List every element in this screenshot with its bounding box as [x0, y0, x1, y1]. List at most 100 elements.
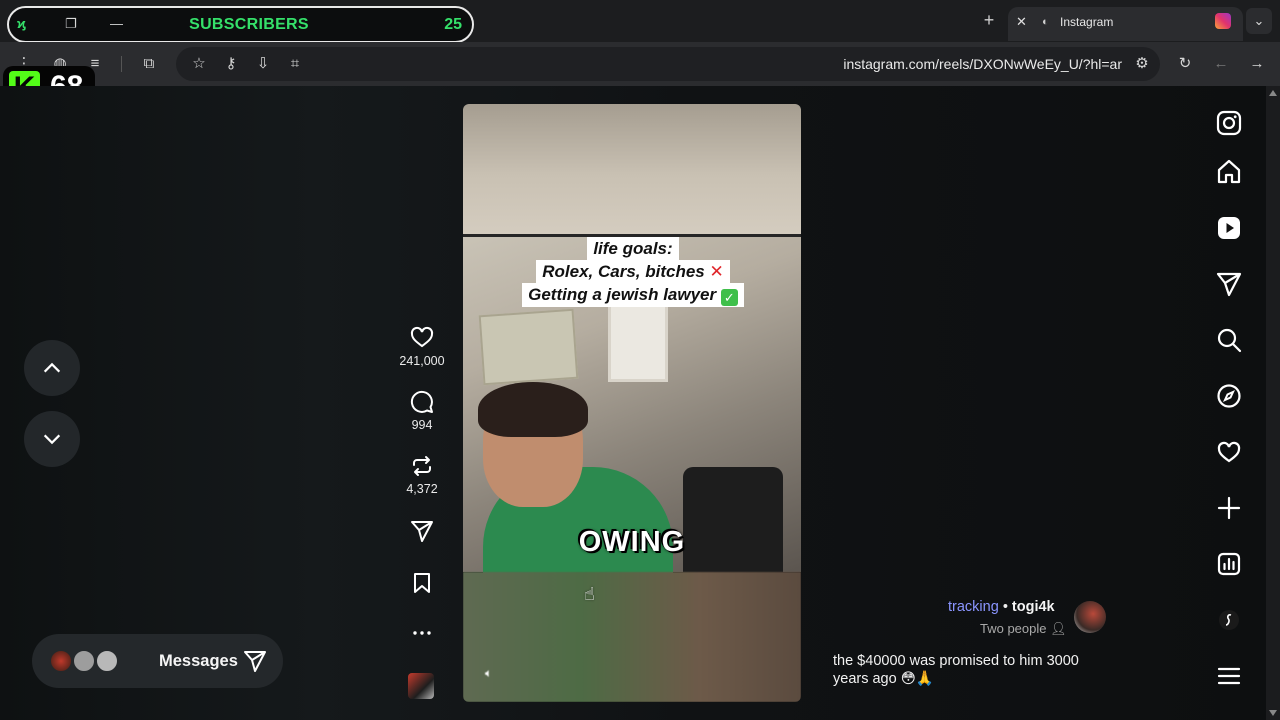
home-icon: [1217, 159, 1241, 184]
install-app-icon[interactable]: ⇩: [253, 54, 273, 74]
reel-bottom-blur: 🔈︎: [463, 572, 801, 702]
comment-count: 994: [411, 418, 433, 432]
messages-label: Messages: [159, 652, 238, 670]
forward-icon[interactable]: ←: [1211, 54, 1231, 74]
caption-line-1: life goals:: [587, 237, 679, 260]
chevron-down-icon: [43, 434, 61, 445]
repost-icon[interactable]: [410, 454, 434, 478]
comment-action[interactable]: 994: [396, 390, 448, 432]
like-count: 241,000: [399, 354, 445, 368]
reels-icon: [1218, 217, 1240, 239]
instagram-icon: [1216, 110, 1242, 136]
audio-thumbnail[interactable]: [408, 673, 434, 699]
nav-notifications[interactable]: [1214, 437, 1244, 467]
subtitle-word: OWING: [578, 526, 686, 558]
like-action[interactable]: 241,000: [396, 326, 448, 368]
red-x-icon: ✕: [709, 262, 724, 281]
avatar[interactable]: [1074, 601, 1106, 633]
username-link[interactable]: togi4k: [1012, 599, 1055, 615]
back-icon[interactable]: →: [1247, 54, 1267, 74]
subscribers-count: 25: [444, 16, 462, 33]
nav-threads[interactable]: [1214, 605, 1244, 635]
new-tab-button[interactable]: +: [978, 9, 1000, 31]
tab-search-button[interactable]: ⌄: [1246, 8, 1272, 34]
threads-icon: [1219, 610, 1239, 630]
tab-instagram[interactable]: ✕ ◐ Instagram: [1008, 7, 1243, 41]
caption-line-2: Rolex, Cars, bitches: [542, 262, 705, 281]
send-icon[interactable]: [410, 519, 434, 543]
more-dots-icon[interactable]: [410, 624, 434, 642]
nav-reels[interactable]: [1214, 213, 1244, 243]
bookmark-icon[interactable]: [410, 571, 434, 595]
subscribers-label: SUBSCRIBERS: [189, 16, 309, 33]
comment-text: the $40000 was promised to him 3000 year…: [833, 652, 1113, 688]
url-text[interactable]: instagram.com/reels/DXONwWeEy_U/?hl=ar: [843, 56, 1122, 72]
reel-top-frame: [463, 104, 801, 234]
previous-reel-button[interactable]: [24, 340, 80, 396]
volume-icon[interactable]: 🔈︎: [485, 666, 492, 681]
site-settings-icon[interactable]: ⚙: [1132, 54, 1152, 74]
heart-icon[interactable]: [410, 326, 434, 350]
restore-window-icon[interactable]: ❐: [65, 16, 77, 32]
create-icon: [1217, 496, 1241, 520]
next-reel-button[interactable]: [24, 411, 80, 467]
caption-line-3-wrap: Getting a jewish lawyer ✓: [522, 283, 744, 307]
repost-action[interactable]: 4,372: [396, 454, 448, 496]
browser-toolbar: ⋮ ◍ ≡ ⧉ ☆ ⚷ ⇩ ⌗ instagram.com/reels/DXON…: [0, 42, 1280, 86]
avatar: [49, 649, 73, 673]
search-icon: [1217, 328, 1242, 353]
minimize-window-icon[interactable]: —: [110, 16, 123, 31]
separator-dot: •: [1002, 599, 1008, 615]
nav-dashboard[interactable]: [1214, 549, 1244, 579]
green-check-icon: ✓: [720, 289, 738, 306]
tab-audio-icon: ◐: [1042, 16, 1049, 28]
nav-explore[interactable]: [1214, 381, 1244, 411]
caption-line-3: Getting a jewish lawyer: [528, 285, 717, 304]
nav-search[interactable]: [1214, 325, 1244, 355]
repost-count: 4,372: [406, 482, 438, 496]
reel-caption: life goals: Rolex, Cars, bitches ✕ Getti…: [493, 237, 773, 307]
bookmark-star-icon[interactable]: ☆: [189, 54, 209, 74]
scroll-down-arrow[interactable]: [1269, 710, 1277, 716]
reel-video[interactable]: life goals: Rolex, Cars, bitches ✕ Getti…: [463, 104, 801, 702]
save-action[interactable]: [396, 571, 448, 595]
nav-menu[interactable]: [1214, 661, 1244, 691]
password-key-icon[interactable]: ⚷: [221, 54, 241, 74]
menu-icon: [1217, 667, 1241, 685]
comment-subtitle: Two people 👤︎: [980, 621, 1067, 637]
avatar: [95, 649, 119, 673]
reel-scene: life goals: Rolex, Cars, bitches ✕ Getti…: [463, 237, 801, 577]
kick-mini-icon: ϗ: [17, 16, 26, 31]
extensions-icon[interactable]: ⧉: [139, 54, 159, 74]
chevron-up-icon: [43, 362, 61, 373]
direct-icon: [1216, 272, 1242, 297]
nav-home[interactable]: [1214, 157, 1244, 187]
instagram-favicon-icon: [1215, 13, 1231, 29]
nav-direct[interactable]: [1214, 269, 1244, 299]
reload-icon[interactable]: ↻: [1175, 54, 1195, 74]
dashboard-icon: [1217, 552, 1241, 576]
more-options-action[interactable]: [396, 624, 448, 642]
explore-icon: [1217, 384, 1241, 408]
page-scrollbar[interactable]: [1266, 86, 1280, 720]
scene-money-frame: [478, 308, 579, 386]
scroll-up-arrow[interactable]: [1269, 90, 1277, 96]
comment-body: the $40000 was promised to him 3000 year…: [833, 653, 1079, 687]
share-action[interactable]: [396, 519, 448, 543]
translate-icon[interactable]: ⌗: [285, 54, 305, 74]
caption-line-2-wrap: Rolex, Cars, bitches ✕: [536, 260, 730, 283]
tab-strip: ϗ ❐ — SUBSCRIBERS 25 + ✕ ◐ Instagram ⌄: [0, 0, 1280, 43]
messages-button[interactable]: Messages: [32, 634, 283, 688]
comment-header: tracking • togi4k: [948, 599, 1055, 615]
avatar: [72, 649, 96, 673]
scene-person-hair: [478, 382, 588, 437]
tracking-link[interactable]: tracking: [948, 599, 999, 615]
address-bar[interactable]: ☆ ⚷ ⇩ ⌗ instagram.com/reels/DXONwWeEy_U/…: [176, 47, 1160, 81]
tab-close-icon[interactable]: ✕: [1016, 14, 1027, 30]
comment-icon[interactable]: [410, 390, 434, 414]
toolbar-divider: [121, 56, 122, 72]
nav-instagram-logo[interactable]: [1214, 108, 1244, 138]
emoji-icon: 😳🙏: [900, 671, 934, 687]
notifications-icon: [1217, 441, 1241, 463]
nav-create[interactable]: [1214, 493, 1244, 523]
